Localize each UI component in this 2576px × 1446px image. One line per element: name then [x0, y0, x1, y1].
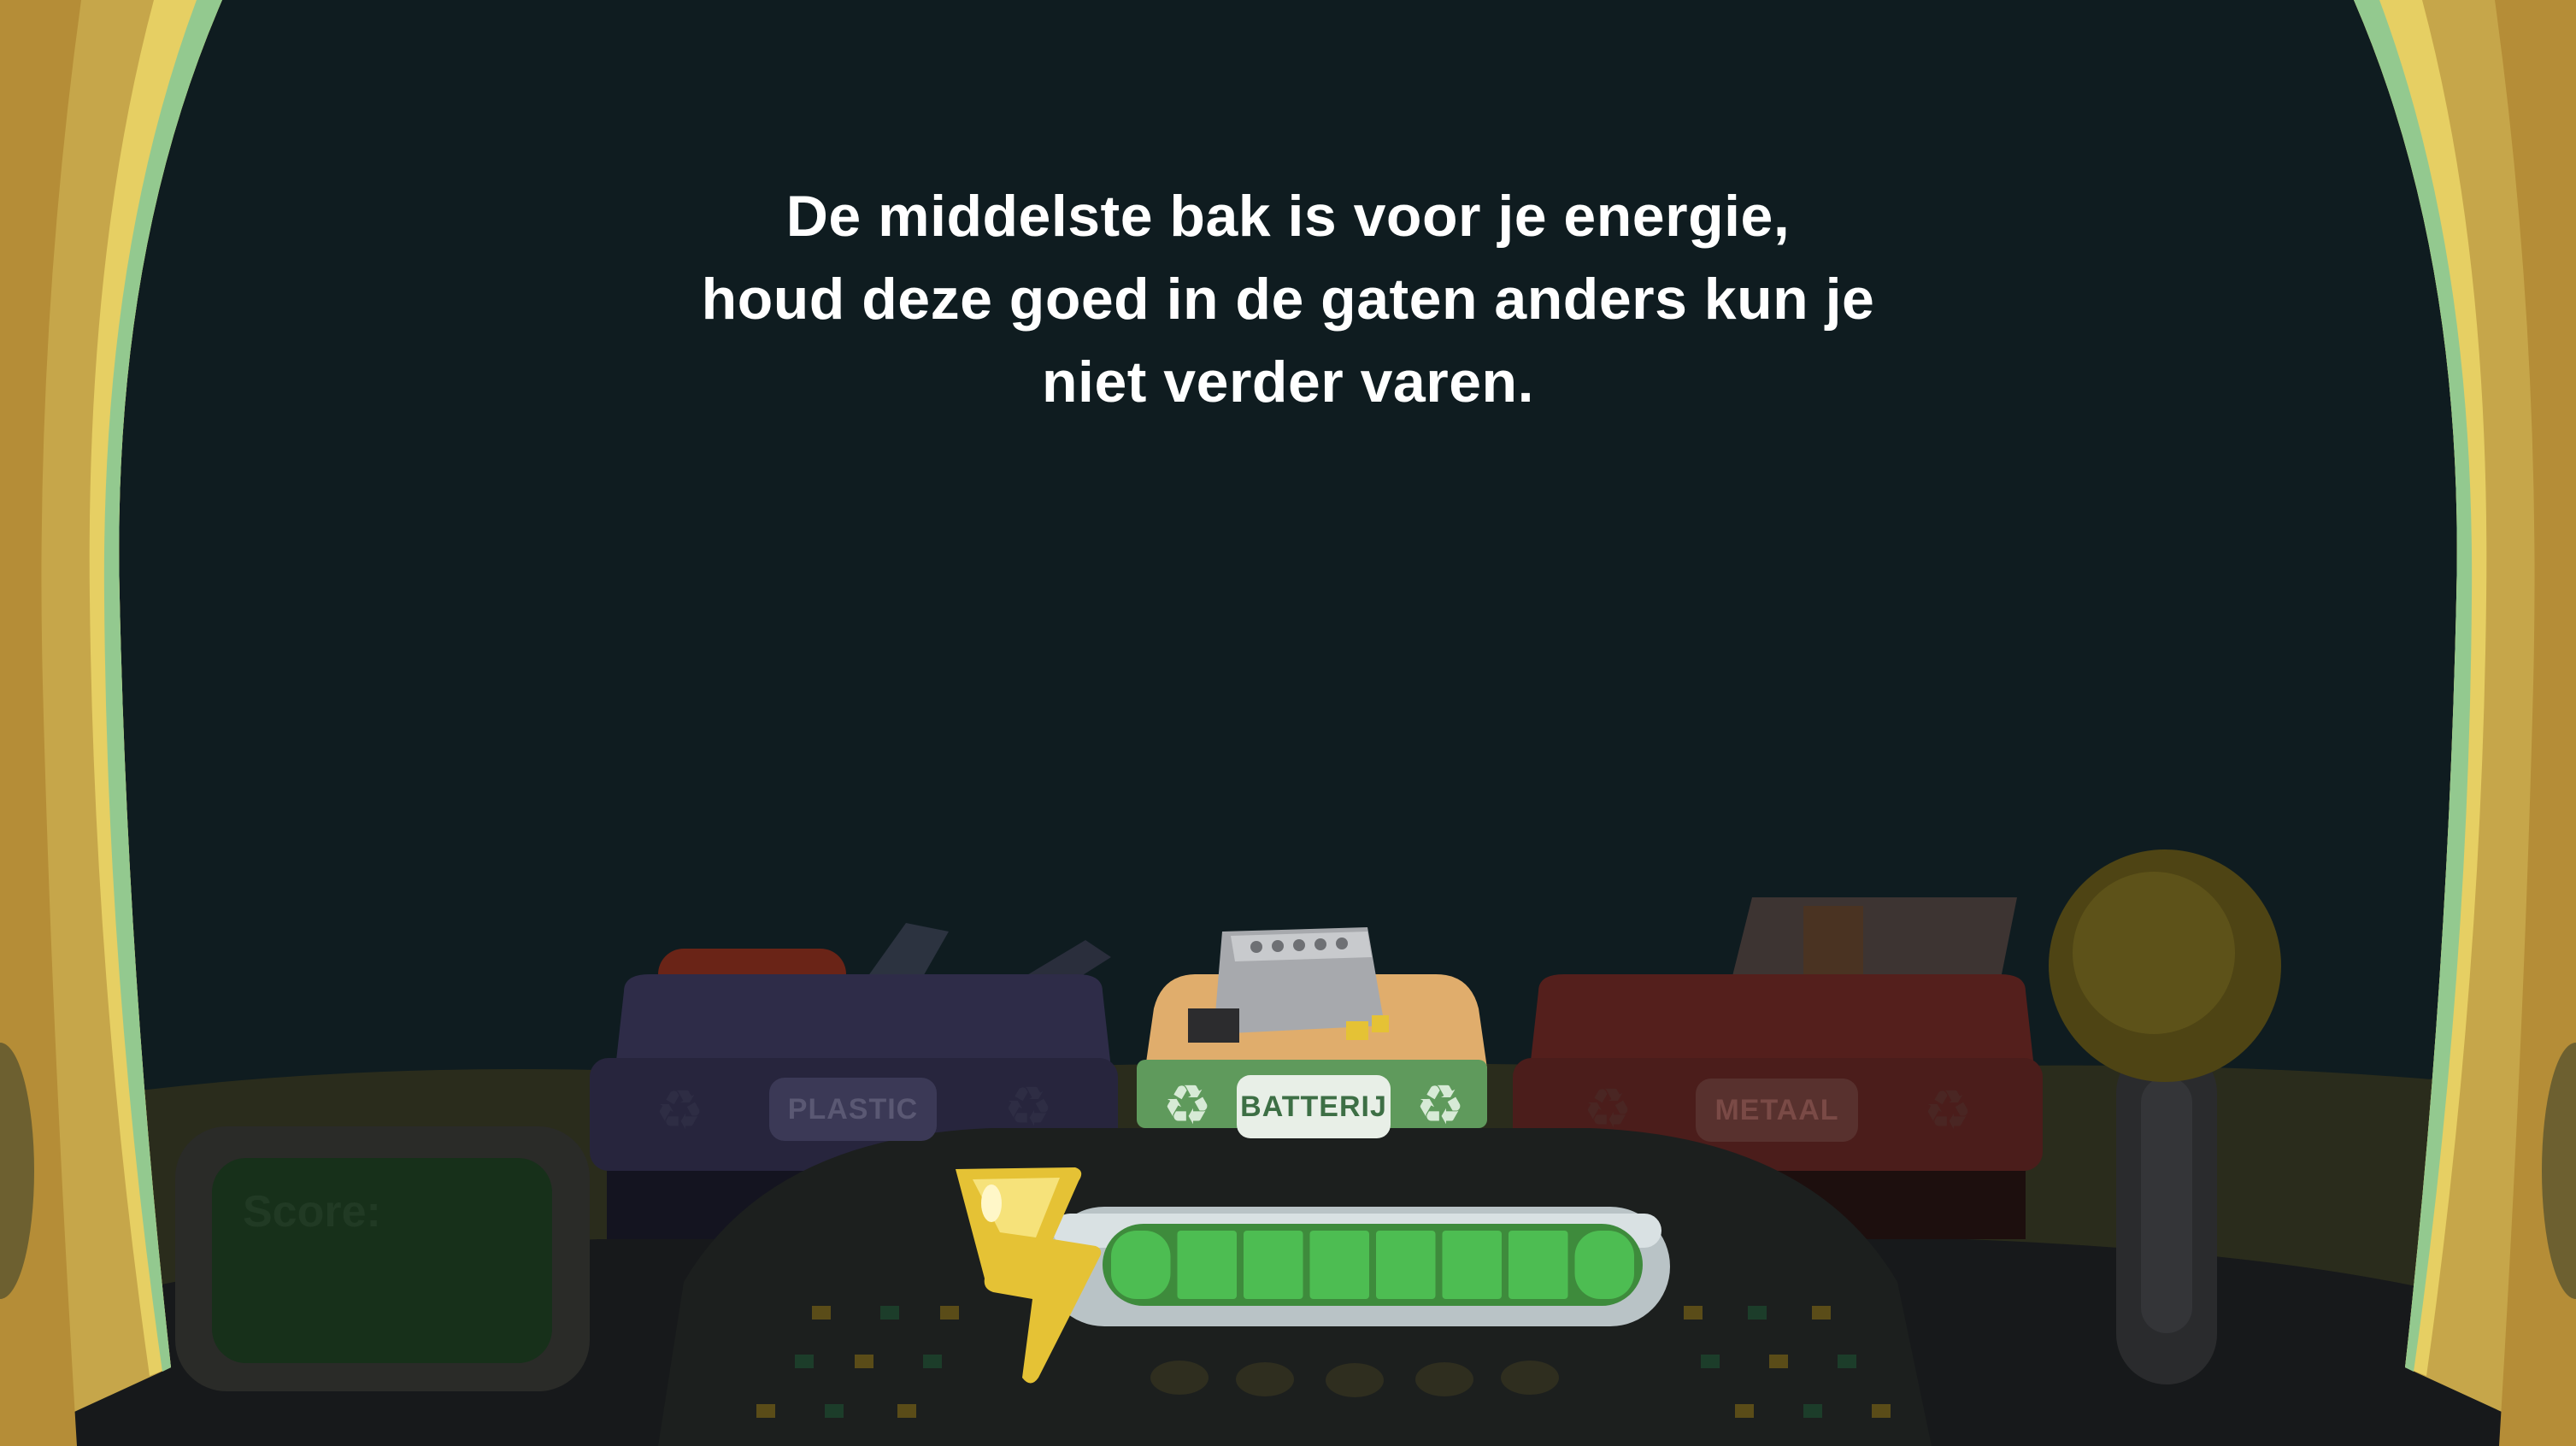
- plastic-bin-lid: [615, 974, 1111, 1068]
- tutorial-line: De middelste bak is voor je energie,: [785, 184, 1791, 249]
- round-button[interactable]: [1150, 1361, 1209, 1395]
- round-button[interactable]: [1415, 1362, 1473, 1396]
- round-button[interactable]: [1501, 1361, 1559, 1395]
- recycle-icon: ♻: [1415, 1074, 1465, 1136]
- metaal-bin-label: METAAL: [1696, 1079, 1858, 1142]
- tutorial-line: niet verder varen.: [1042, 350, 1534, 414]
- energy-segment: [1574, 1231, 1634, 1299]
- tutorial-line: houd deze goed in de gaten anders kun je: [701, 267, 1875, 332]
- recycle-icon: ♻: [1923, 1079, 1973, 1141]
- tutorial-instruction: De middelste bak is voor je energie, hou…: [604, 175, 1972, 424]
- score-panel: [175, 1126, 590, 1391]
- game-scene: Yays: [0, 0, 2576, 1446]
- energy-segment: [1244, 1231, 1303, 1299]
- recycle-icon: ♻: [655, 1079, 704, 1141]
- recycle-icon: ♻: [1003, 1076, 1053, 1137]
- energy-segment: [1509, 1231, 1568, 1299]
- energy-segment: [1442, 1231, 1502, 1299]
- round-button[interactable]: [1236, 1362, 1294, 1396]
- score-label: Score:: [243, 1187, 381, 1237]
- small-battery-item: [1188, 1008, 1239, 1043]
- round-button[interactable]: [1326, 1363, 1384, 1397]
- plastic-bin-label: PLASTIC: [769, 1078, 937, 1141]
- energy-segment: [1177, 1231, 1237, 1299]
- energy-segment: [1111, 1231, 1171, 1299]
- batterij-bin-label: BATTERIJ: [1237, 1075, 1391, 1138]
- recycle-icon: ♻: [1583, 1078, 1632, 1139]
- energy-segment: [1376, 1231, 1436, 1299]
- metaal-bin-lid: [1530, 974, 2034, 1068]
- energy-segment: [1309, 1231, 1369, 1299]
- recycle-icon: ♻: [1162, 1074, 1212, 1136]
